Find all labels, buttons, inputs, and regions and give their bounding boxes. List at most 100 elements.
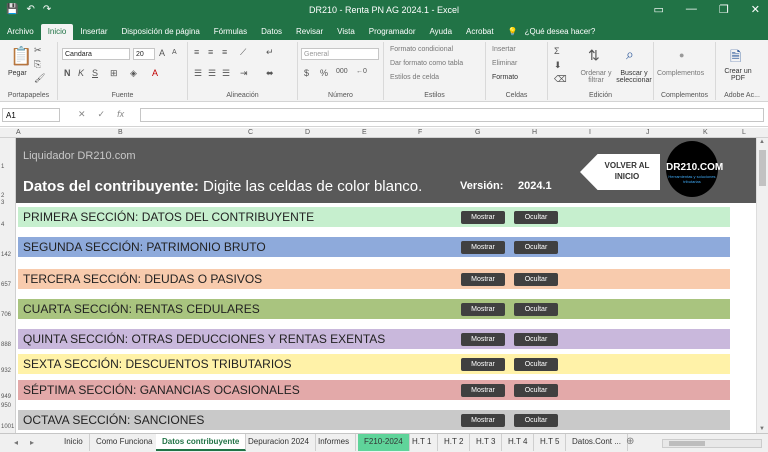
show-section-button[interactable]: Mostrar xyxy=(461,384,505,397)
find-select-button[interactable]: Buscar y seleccionar xyxy=(614,70,654,84)
copy-icon[interactable]: ⎘ xyxy=(34,59,41,70)
sheet-tab[interactable]: Depuracion 2024 xyxy=(242,434,316,451)
column-header[interactable]: A xyxy=(16,129,21,136)
next-sheet-icon[interactable]: ▸ xyxy=(30,438,34,447)
paste-icon[interactable]: 📋 xyxy=(10,46,32,67)
show-section-button[interactable]: Mostrar xyxy=(461,303,505,316)
sheet-tab[interactable]: H.T 3 xyxy=(470,434,503,451)
cancel-icon[interactable]: ✕ xyxy=(78,109,86,120)
show-section-button[interactable]: Mostrar xyxy=(461,273,505,286)
format-cells-button[interactable]: Formato xyxy=(492,74,518,81)
show-section-button[interactable]: Mostrar xyxy=(461,241,505,254)
align-center-icon[interactable]: ☰ xyxy=(208,68,216,79)
addins-button[interactable]: Complementos xyxy=(657,70,704,77)
thousands-button[interactable]: 000 xyxy=(336,68,348,75)
insert-cells-button[interactable]: Insertar xyxy=(492,46,516,53)
align-top-icon[interactable]: ≡ xyxy=(194,47,199,57)
column-header[interactable]: K xyxy=(703,129,708,136)
add-sheet-button[interactable]: ⊕ xyxy=(626,436,634,447)
hide-section-button[interactable]: Ocultar xyxy=(514,384,558,397)
orientation-icon[interactable]: ⟋ xyxy=(240,47,246,58)
pdf-icon[interactable]: 🗎 xyxy=(730,46,741,70)
row-header[interactable]: 932 xyxy=(1,368,11,374)
align-middle-icon[interactable]: ≡ xyxy=(208,47,213,57)
conditional-format-button[interactable]: Formato condicional xyxy=(390,46,453,53)
row-header[interactable]: 657 xyxy=(1,282,11,288)
font-color-icon[interactable]: A xyxy=(152,68,158,78)
hscroll-thumb[interactable] xyxy=(669,441,705,446)
column-header[interactable]: G xyxy=(475,129,480,136)
delete-cells-button[interactable]: Eliminar xyxy=(492,60,517,67)
row-header[interactable]: 949 xyxy=(1,394,11,400)
column-header[interactable]: J xyxy=(646,129,650,136)
minimize-button[interactable]: — xyxy=(686,3,697,16)
cut-icon[interactable]: ✂ xyxy=(34,45,42,56)
decimal-increase-icon[interactable]: ←0 xyxy=(356,68,367,75)
number-format-select[interactable]: General xyxy=(301,48,379,60)
percent-button[interactable]: % xyxy=(320,68,328,78)
column-header[interactable]: F xyxy=(418,129,422,136)
scroll-down-icon[interactable]: ▼ xyxy=(759,426,765,432)
row-header[interactable]: 950 xyxy=(1,403,11,409)
enter-icon[interactable]: ✓ xyxy=(98,109,106,120)
sort-filter-button[interactable]: Ordenar y filtrar xyxy=(578,70,614,84)
tell-me-search[interactable]: ¿Qué desea hacer? xyxy=(525,24,603,40)
tab-datos[interactable]: Datos xyxy=(254,24,289,40)
hide-section-button[interactable]: Ocultar xyxy=(514,211,558,224)
row-header[interactable]: 706 xyxy=(1,312,11,318)
tab-vista[interactable]: Vista xyxy=(330,24,362,40)
hide-section-button[interactable]: Ocultar xyxy=(514,303,558,316)
sheet-tab[interactable]: Inicio xyxy=(58,434,90,451)
sheet-tab[interactable]: Datos contribuyente xyxy=(156,434,247,451)
tab-acrobat[interactable]: Acrobat xyxy=(459,24,501,40)
fill-color-icon[interactable]: ◈ xyxy=(130,68,137,79)
underline-button[interactable]: S xyxy=(92,68,98,78)
clear-icon[interactable]: ⌫ xyxy=(554,74,567,85)
sheet-tab[interactable]: Datos.Cont ... xyxy=(566,434,628,451)
paste-button[interactable]: Pegar xyxy=(8,70,27,77)
borders-icon[interactable]: ⊞ xyxy=(110,68,118,79)
prev-sheet-icon[interactable]: ◂ xyxy=(14,438,18,447)
find-icon[interactable]: ⌕ xyxy=(626,46,634,63)
autosum-icon[interactable]: Σ xyxy=(554,46,560,56)
show-section-button[interactable]: Mostrar xyxy=(461,414,505,427)
indent-icon[interactable]: ⇥ xyxy=(240,68,248,79)
font-size-select[interactable]: 20 xyxy=(133,48,155,60)
row-header[interactable]: 1 xyxy=(1,164,4,170)
tab-insertar[interactable]: Insertar xyxy=(73,24,114,40)
restore-button[interactable]: ❐ xyxy=(719,3,729,16)
hide-section-button[interactable]: Ocultar xyxy=(514,273,558,286)
column-header[interactable]: E xyxy=(362,129,367,136)
format-table-button[interactable]: Dar formato como tabla xyxy=(390,60,463,67)
font-name-select[interactable]: Candara xyxy=(62,48,130,60)
scroll-thumb[interactable] xyxy=(759,150,766,186)
row-header[interactable]: 4 xyxy=(1,222,4,228)
column-header[interactable]: H xyxy=(532,129,537,136)
show-section-button[interactable]: Mostrar xyxy=(461,333,505,346)
merge-center-icon[interactable]: ⬌ xyxy=(266,68,274,79)
row-header[interactable]: 1001 xyxy=(1,424,14,430)
sheet-tab[interactable]: H.T 4 xyxy=(502,434,535,451)
sort-filter-icon[interactable]: ⇅ xyxy=(588,47,600,64)
fill-icon[interactable]: ⬇ xyxy=(554,60,562,71)
sheet-tab[interactable]: H.T 2 xyxy=(438,434,471,451)
tab-formulas[interactable]: Fórmulas xyxy=(207,24,254,40)
column-header[interactable]: I xyxy=(589,129,591,136)
horizontal-scrollbar[interactable] xyxy=(662,439,762,448)
ribbon-display-icon[interactable]: ▭ xyxy=(654,3,664,16)
column-header[interactable]: L xyxy=(742,129,746,136)
tab-ayuda[interactable]: Ayuda xyxy=(422,24,459,40)
align-left-icon[interactable]: ☰ xyxy=(194,68,202,79)
sheet-tab[interactable]: H.T 1 xyxy=(406,434,439,451)
tab-inicio[interactable]: Inicio xyxy=(40,24,74,40)
tab-archivo[interactable]: Archivo xyxy=(0,24,41,40)
show-section-button[interactable]: Mostrar xyxy=(461,358,505,371)
row-header[interactable]: 888 xyxy=(1,342,11,348)
vertical-scrollbar[interactable]: ▲ ▼ xyxy=(756,138,768,433)
name-box[interactable]: A1 xyxy=(2,108,60,122)
format-painter-icon[interactable]: 🖌 xyxy=(34,73,45,84)
tab-disposicion[interactable]: Disposición de página xyxy=(115,24,207,40)
tab-revisar[interactable]: Revisar xyxy=(289,24,330,40)
hide-section-button[interactable]: Ocultar xyxy=(514,358,558,371)
sheet-tab[interactable]: F210-2024 xyxy=(358,434,410,451)
